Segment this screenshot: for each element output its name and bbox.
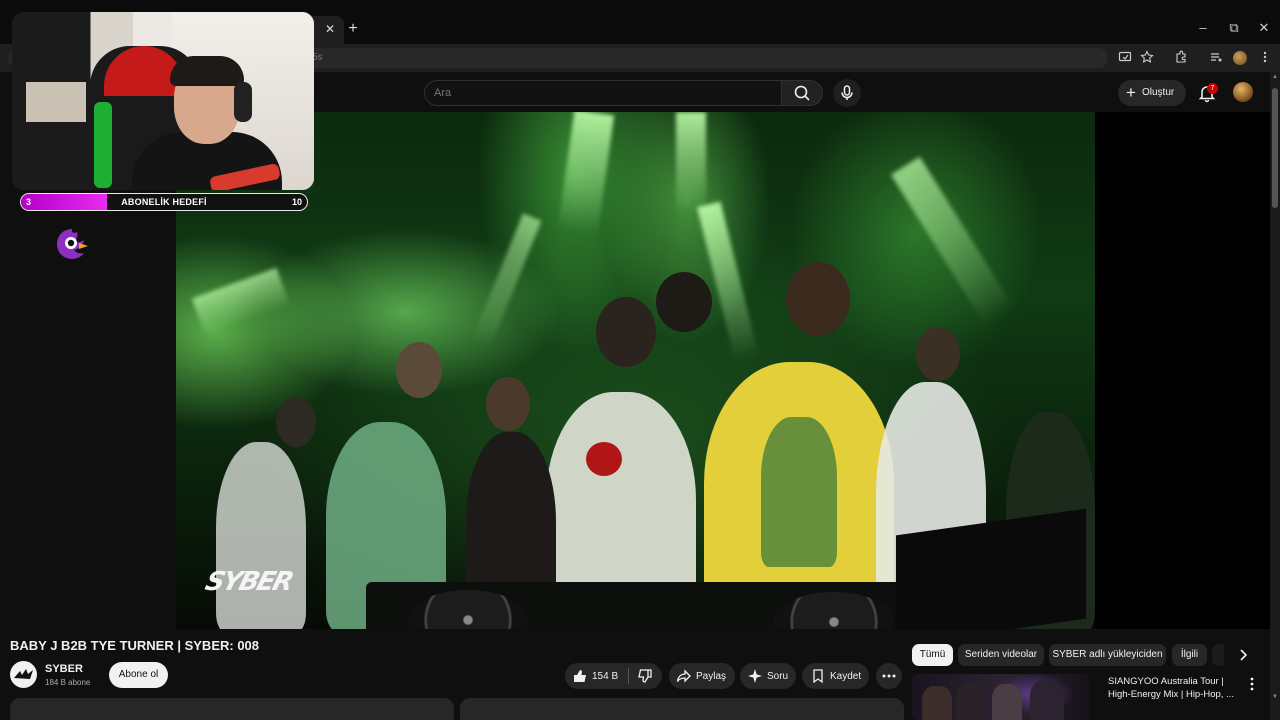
chip-series[interactable]: Seriden videolar [958,644,1044,666]
mic-icon [841,85,853,100]
create-button[interactable]: + Oluştur [1118,80,1186,106]
subscriber-goal-bar: 3 ABONELİK HEDEFİ 10 [20,193,308,211]
thumb-figure [956,682,984,720]
notification-badge: 7 [1207,83,1218,94]
channel-name[interactable]: SYBER [45,663,83,675]
more-icon [882,674,896,678]
crowd-person [786,262,850,336]
search-icon [794,85,810,101]
video-title: BABY J B2B TYE TURNER | SYBER: 008 [10,638,260,653]
stage-light [697,201,759,363]
recommendation-title[interactable]: SIANGYOO Australia Tour | High-Energy Mi… [1108,675,1238,701]
crowd-person [596,297,656,367]
subscriber-count: 184 B abone [45,678,91,687]
channel-avatar[interactable] [10,661,37,688]
search-input[interactable] [434,84,764,102]
bookmark-icon [813,669,823,684]
dislike-icon [638,669,652,683]
close-window-button[interactable]: ✕ [1254,18,1274,38]
chip-overflow[interactable] [1212,644,1224,666]
more-actions-button[interactable] [876,663,902,689]
browser-profile-avatar[interactable] [1233,51,1247,65]
thumb-figure [992,684,1022,720]
rose [586,442,622,476]
video-watermark-logo: SYBER [201,567,296,597]
like-button[interactable]: 154 B [565,663,628,689]
stage-light [470,213,542,351]
crowd-person [216,442,306,629]
webcam-shelf [26,82,86,122]
recommendation-thumbnail[interactable] [912,674,1090,720]
webcam-overlay [12,12,314,190]
like-count: 154 B [592,671,619,682]
browser-menu-icon[interactable] [1257,50,1273,66]
like-icon [574,670,586,682]
goal-label: ABONELİK HEDEFİ [121,197,207,207]
like-dislike-group: 154 B [565,663,662,689]
cast-icon[interactable] [1117,50,1133,66]
crowd-person [656,272,712,332]
dislike-button[interactable] [629,663,662,689]
video-letterbox [1095,112,1270,629]
save-label: Kaydet [830,671,862,682]
chip-related[interactable]: İlgili [1172,644,1207,666]
streamer-hair [170,56,244,86]
goal-target: 10 [291,197,302,207]
share-button[interactable]: Paylaş [669,663,735,689]
crowd-person [916,327,960,381]
crowd-person [486,377,530,431]
recommendation-more-icon[interactable] [1246,676,1258,692]
crowd-person [276,397,316,447]
scrollbar-thumb[interactable] [1272,88,1278,208]
restore-button[interactable]: ⧉ [1224,18,1244,38]
share-icon [676,669,691,683]
plus-icon: + [1126,83,1136,102]
chip-all[interactable]: Tümü [912,644,953,666]
create-label: Oluştur [1142,87,1175,98]
share-label: Paylaş [696,671,727,682]
save-button[interactable]: Kaydet [802,663,869,689]
subscribe-button[interactable]: Abone ol [109,662,168,688]
ask-button[interactable]: Soru [740,663,796,689]
shirt-print [761,417,837,567]
stage-light [557,112,615,235]
tab-close-icon[interactable]: ✕ [322,21,338,37]
ask-label: Soru [767,671,789,682]
stage-light [191,267,291,337]
thumb-figure [922,686,952,720]
scroll-up-icon[interactable]: ▲ [1271,74,1279,82]
minimize-button[interactable]: – [1193,18,1213,38]
overlay-mascot-icon [54,226,90,262]
extensions-icon[interactable] [1173,50,1189,66]
chevron-right-icon[interactable] [1236,648,1250,662]
headset [234,82,252,122]
comments-panel[interactable] [460,698,904,720]
account-avatar[interactable] [1233,82,1253,102]
description-panel[interactable] [10,698,454,720]
chip-uploader[interactable]: SYBER adlı yükleyiciden [1049,644,1166,666]
new-tab-button[interactable]: + [344,20,362,38]
search-button[interactable] [781,80,823,106]
sparkle-icon [748,669,762,683]
crowd-person [396,342,442,398]
stage-light [890,156,1016,328]
bookmark-star-icon[interactable] [1139,50,1155,66]
thumb-figure [1030,680,1064,720]
voice-search-button[interactable] [833,79,861,107]
media-control-icon[interactable] [1208,50,1224,66]
stage-light [676,112,706,212]
scroll-down-icon[interactable]: ▼ [1271,694,1279,702]
gaming-chair-side [94,102,112,188]
